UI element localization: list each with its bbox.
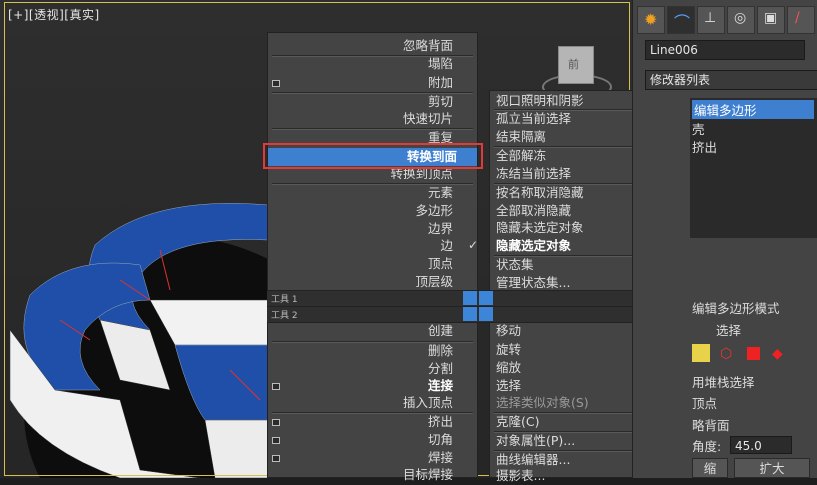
menu-item-isolate[interactable]: 孤立当前选择 (496, 110, 571, 128)
menu-item-extrude[interactable]: 挤出 (428, 413, 453, 431)
menu-item-unhide-all[interactable]: 全部取消隐藏 (496, 202, 571, 220)
hammer-icon: / (795, 10, 800, 26)
menu-item-unhide-by-name[interactable]: 按名称取消隐藏 (496, 184, 584, 202)
curve-icon: ⌒ (674, 13, 691, 32)
attach-settings-icon[interactable] (272, 80, 280, 87)
menu-item-state-sets[interactable]: 状态集 (496, 256, 534, 274)
menu-item-polygon[interactable]: 多边形 (415, 202, 453, 220)
menu-item-remove[interactable]: 删除 (428, 342, 453, 360)
modifier-stack (690, 98, 817, 238)
quad-selector-tr[interactable] (479, 291, 493, 305)
polygon-mode-icon[interactable] (747, 347, 760, 360)
command-panel: ✹ ⌒ ⊥ ◎ ▣ / Line006 修改器列表 (632, 0, 817, 478)
quad-menu-left: 忽略背面 塌陷 附加 剪切 快速切片 重复 转换到面 转换到顶点 元素 多边形 … (267, 32, 479, 482)
menu-item-weld[interactable]: 焊接 (428, 449, 453, 467)
chamfer-settings-icon[interactable] (272, 437, 280, 444)
monitor-icon: ▣ (764, 10, 778, 26)
menu-item-hide-unselected[interactable]: 隐藏未选定对象 (496, 219, 584, 237)
quad-selector-tl[interactable] (463, 291, 477, 305)
connect-settings-icon[interactable] (272, 383, 280, 390)
menu-item-collapse[interactable]: 塌陷 (428, 55, 453, 73)
menu-item-select-similar[interactable]: 选择类似对象(S) (496, 394, 589, 412)
menu-item-attach[interactable]: 附加 (428, 74, 453, 92)
ignore-backfacing-label: 略背面 (692, 418, 730, 433)
hierarchy-icon: ⊥ (704, 10, 717, 26)
quad-selector-bl[interactable] (463, 307, 477, 321)
modifier-list-dropdown[interactable]: 修改器列表 (645, 70, 817, 90)
selection-header: 选择 (716, 323, 742, 338)
menu-item-element[interactable]: 元素 (428, 184, 453, 202)
element-mode-icon[interactable]: ◆ (772, 346, 783, 362)
by-vertex-label: 顶点 (692, 396, 718, 411)
object-name-field[interactable]: Line006 (645, 40, 805, 60)
menu-item-clone[interactable]: 克隆(C) (496, 413, 539, 431)
menu-item-border[interactable]: 边界 (428, 220, 453, 238)
menu-item-object-properties[interactable]: 对象属性(P)... (496, 432, 575, 450)
hierarchy-tab-icon[interactable]: ⊥ (697, 6, 725, 34)
menu-item-unfreeze-all[interactable]: 全部解冻 (496, 147, 546, 165)
shrink-button[interactable]: 缩 (692, 458, 728, 478)
create-tab-icon[interactable]: ✹ (637, 6, 665, 34)
stack-item-extrude[interactable]: 挤出 (692, 137, 717, 156)
menu-item-rotate[interactable]: 旋转 (496, 341, 521, 359)
vertex-mode-icon[interactable] (692, 344, 710, 362)
by-stack-label: 用堆栈选择 (692, 375, 755, 390)
quad-label-tool2: 工具 2 (271, 311, 298, 321)
angle-field[interactable]: 45.0 (730, 436, 792, 454)
menu-item-create[interactable]: 创建 (428, 322, 453, 340)
menu-item-select[interactable]: 选择 (496, 377, 521, 395)
motion-icon: ◎ (734, 10, 747, 26)
menu-item-hide-selected[interactable]: 隐藏选定对象 (496, 237, 571, 255)
menu-item-dope-sheet[interactable]: 摄影表... (496, 467, 545, 485)
menu-item-vertex[interactable]: 顶点 (428, 255, 453, 273)
menu-item-move[interactable]: 移动 (496, 322, 521, 340)
menu-item-target-weld[interactable]: 目标焊接 (403, 466, 453, 484)
menu-item-quickslice[interactable]: 快速切片 (403, 110, 453, 128)
menu-item-cut[interactable]: 剪切 (428, 93, 453, 111)
menu-item-connect[interactable]: 连接 (428, 377, 453, 395)
viewport-label[interactable]: [+][透视][真实] (8, 6, 100, 23)
menu-item-edge[interactable]: 边 (440, 237, 453, 255)
stack-item-edit-poly[interactable]: 编辑多边形 (692, 100, 814, 119)
menu-item-ignore-backfacing[interactable]: 忽略背面 (403, 37, 453, 55)
menu-item-divide[interactable]: 分割 (428, 360, 453, 378)
menu-item-insert-vertex[interactable]: 插入顶点 (403, 394, 453, 412)
quad-menu: 忽略背面 塌陷 附加 剪切 快速切片 重复 转换到面 转换到顶点 元素 多边形 … (267, 32, 690, 483)
quad-selector-br[interactable] (479, 307, 493, 321)
motion-tab-icon[interactable]: ◎ (727, 6, 755, 34)
menu-item-viewport-lighting[interactable]: 视口照明和阴影 (496, 92, 584, 110)
grow-button[interactable]: 扩大 (734, 458, 810, 478)
display-tab-icon[interactable]: ▣ (757, 6, 785, 34)
angle-label: 角度: (692, 439, 722, 454)
menu-item-freeze-selection[interactable]: 冻结当前选择 (496, 165, 571, 183)
edge-mode-icon[interactable]: ⬡ (720, 346, 732, 362)
stack-item-shell[interactable]: 壳 (692, 119, 705, 138)
edge-check-icon: ✓ (468, 238, 479, 252)
extrude-settings-icon[interactable] (272, 419, 280, 426)
sun-icon: ✹ (644, 10, 658, 29)
modify-tab-icon[interactable]: ⌒ (667, 6, 695, 34)
menu-item-top-level[interactable]: 顶层级 (415, 273, 453, 291)
utilities-tab-icon[interactable]: / (787, 6, 815, 34)
quad-label-tool1: 工具 1 (271, 295, 298, 305)
menu-item-chamfer[interactable]: 切角 (428, 431, 453, 449)
edit-poly-mode-header: 编辑多边形模式 (692, 301, 780, 316)
weld-settings-icon[interactable] (272, 455, 280, 462)
highlight-callout (263, 143, 483, 169)
menu-item-scale[interactable]: 缩放 (496, 359, 521, 377)
menu-item-end-isolate[interactable]: 结束隔离 (496, 128, 546, 146)
